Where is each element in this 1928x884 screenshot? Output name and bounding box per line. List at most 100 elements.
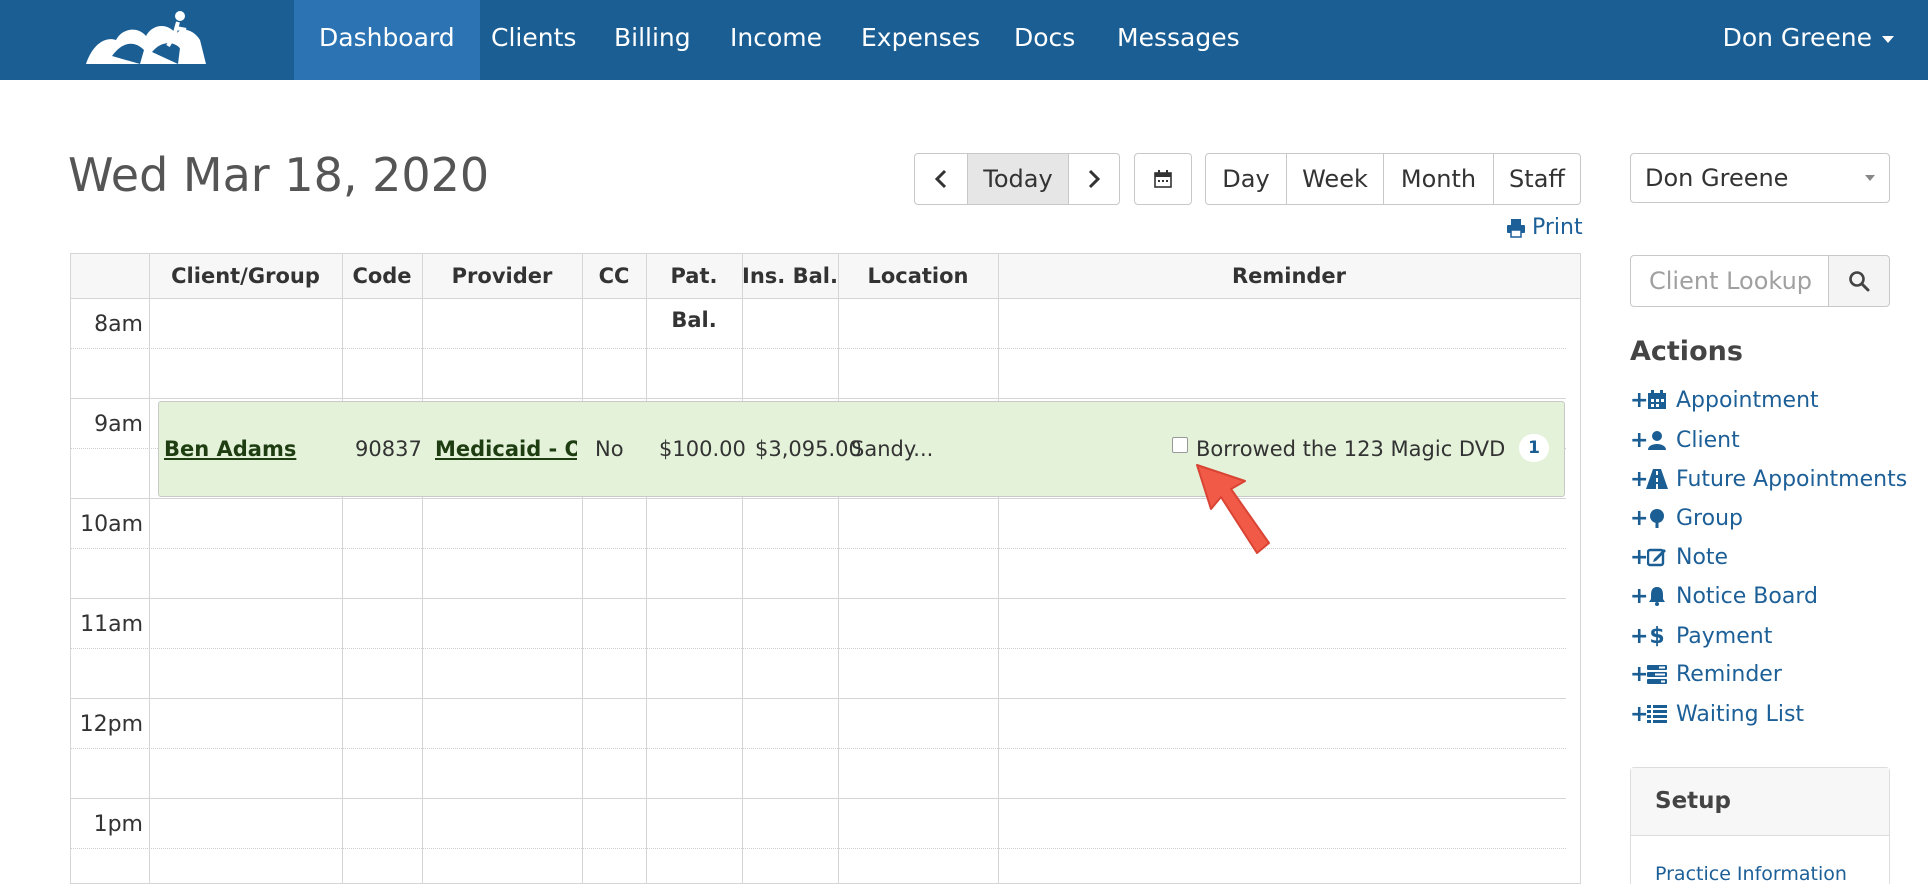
date-picker-button[interactable]: [1134, 153, 1192, 205]
dollar-icon: $: [1649, 623, 1665, 649]
plus-icon: +: [1630, 583, 1649, 609]
hour-line: [71, 698, 1566, 699]
reminder-checkbox[interactable]: [1172, 437, 1188, 453]
plus-icon: +: [1630, 623, 1649, 649]
half-hour-line: [71, 848, 1566, 849]
print-link[interactable]: Print: [1506, 215, 1583, 240]
half-hour-line: [71, 348, 1566, 349]
half-hour-line: [71, 648, 1566, 649]
column-header-cc: CC: [598, 264, 630, 288]
nav-docs[interactable]: Docs: [989, 0, 1100, 80]
action-group[interactable]: + Group: [1630, 502, 1743, 534]
calendar-header: Client/Group Code Provider CC Pat. Bal. …: [71, 254, 1580, 332]
actions-title: Actions: [1630, 336, 1743, 367]
calendar-icon: [1646, 389, 1668, 411]
appointment-client-cell: Ben Adams: [164, 402, 344, 498]
practice-information-link[interactable]: Practice Information: [1655, 863, 1847, 884]
time-label-10am: 10am: [80, 512, 143, 537]
appointment-provider-link[interactable]: Medicaid - O...: [435, 437, 577, 461]
plus-icon: +: [1630, 505, 1649, 531]
appointment-provider-cell: Medicaid - O...: [435, 402, 577, 498]
action-label: Waiting List: [1676, 701, 1805, 727]
hour-line: [71, 798, 1566, 799]
view-staff-button[interactable]: Staff: [1493, 153, 1581, 205]
column-header-client: Client/Group: [171, 264, 320, 288]
setup-panel: Setup Practice Information: [1630, 767, 1890, 884]
time-label-12pm: 12pm: [79, 712, 143, 737]
action-label: Future Appointments: [1676, 466, 1908, 492]
user-icon: [1646, 429, 1668, 451]
nav-income[interactable]: Income: [705, 0, 847, 80]
print-icon: [1507, 218, 1525, 238]
column-header-provider: Provider: [451, 264, 553, 288]
action-client[interactable]: + Client: [1630, 424, 1740, 456]
action-appointment[interactable]: + Appointment: [1630, 384, 1819, 416]
action-label: Payment: [1676, 623, 1773, 649]
hour-line: [71, 498, 1566, 499]
action-label: Appointment: [1676, 387, 1819, 413]
view-month-button[interactable]: Month: [1383, 153, 1494, 205]
chevron-left-icon: [934, 169, 947, 189]
appointment-code: 90837: [355, 437, 422, 461]
plus-icon: +: [1630, 466, 1649, 492]
client-lookup-input[interactable]: [1630, 255, 1829, 307]
plus-icon: +: [1630, 661, 1649, 687]
caret-down-icon: [1882, 35, 1894, 43]
column-header-pat-bal: Pat. Bal.: [670, 264, 718, 332]
action-label: Notice Board: [1676, 583, 1818, 609]
calendar-icon: [1154, 170, 1172, 188]
top-navbar: Dashboard Clients Billing Income Expense…: [0, 0, 1928, 80]
column-header-location: Location: [867, 264, 969, 288]
provider-select-value: Don Greene: [1645, 164, 1789, 192]
appointment-client-link[interactable]: Ben Adams: [164, 437, 296, 461]
column-header-reminder: Reminder: [1231, 264, 1347, 288]
appointment-block[interactable]: Ben Adams 90837 Medicaid - O... No $100.…: [158, 401, 1565, 497]
time-label-9am: 9am: [94, 412, 143, 437]
time-label-1pm: 1pm: [93, 812, 143, 837]
edit-icon: [1646, 546, 1668, 568]
hour-line: [71, 398, 1566, 399]
appointment-count-badge: 1: [1519, 434, 1549, 462]
view-day-button[interactable]: Day: [1205, 153, 1287, 205]
tasks-icon: [1646, 663, 1668, 685]
half-hour-line: [71, 548, 1566, 549]
provider-select[interactable]: Don Greene: [1630, 153, 1890, 203]
plus-icon: +: [1630, 427, 1649, 453]
user-name: Don Greene: [1722, 23, 1872, 52]
nav-expenses[interactable]: Expenses: [836, 0, 1005, 80]
plus-icon: +: [1630, 701, 1649, 727]
user-menu[interactable]: Don Greene: [1723, 0, 1894, 80]
action-waiting-list[interactable]: + Waiting List: [1630, 698, 1804, 730]
setup-title: Setup: [1631, 768, 1889, 836]
action-notice-board[interactable]: + Notice Board: [1630, 580, 1818, 612]
half-hour-line: [71, 748, 1566, 749]
nav-clients[interactable]: Clients: [466, 0, 601, 80]
time-label-11am: 11am: [80, 612, 143, 637]
tree-icon: [1646, 507, 1668, 529]
nav-dashboard[interactable]: Dashboard: [294, 0, 480, 80]
print-label: Print: [1532, 215, 1583, 240]
action-payment[interactable]: + $ Payment: [1630, 620, 1772, 652]
nav-billing[interactable]: Billing: [589, 0, 716, 80]
day-calendar: Client/Group Code Provider CC Pat. Bal. …: [70, 253, 1581, 884]
logo-icon[interactable]: [82, 6, 212, 70]
action-reminder[interactable]: + Reminder: [1630, 658, 1782, 690]
nav-messages[interactable]: Messages: [1092, 0, 1265, 80]
bell-icon: [1646, 585, 1668, 607]
prev-day-button[interactable]: [914, 153, 968, 205]
chevron-down-icon: [1865, 175, 1875, 181]
action-future-appointments[interactable]: + Future Appointments: [1630, 463, 1907, 495]
plus-icon: +: [1630, 544, 1649, 570]
action-label: Note: [1676, 544, 1729, 570]
column-header-ins-bal: Ins. Bal.: [742, 264, 838, 288]
client-lookup-button[interactable]: [1828, 255, 1890, 307]
appointment-location: Sandy...: [851, 437, 934, 461]
appointment-cc: No: [595, 437, 624, 461]
appointment-pat-bal: $100.00: [659, 437, 746, 461]
list-icon: [1646, 703, 1668, 725]
next-day-button[interactable]: [1068, 153, 1120, 205]
hour-line: [71, 598, 1566, 599]
action-note[interactable]: + Note: [1630, 541, 1728, 573]
view-week-button[interactable]: Week: [1286, 153, 1384, 205]
today-button[interactable]: Today: [967, 153, 1069, 205]
